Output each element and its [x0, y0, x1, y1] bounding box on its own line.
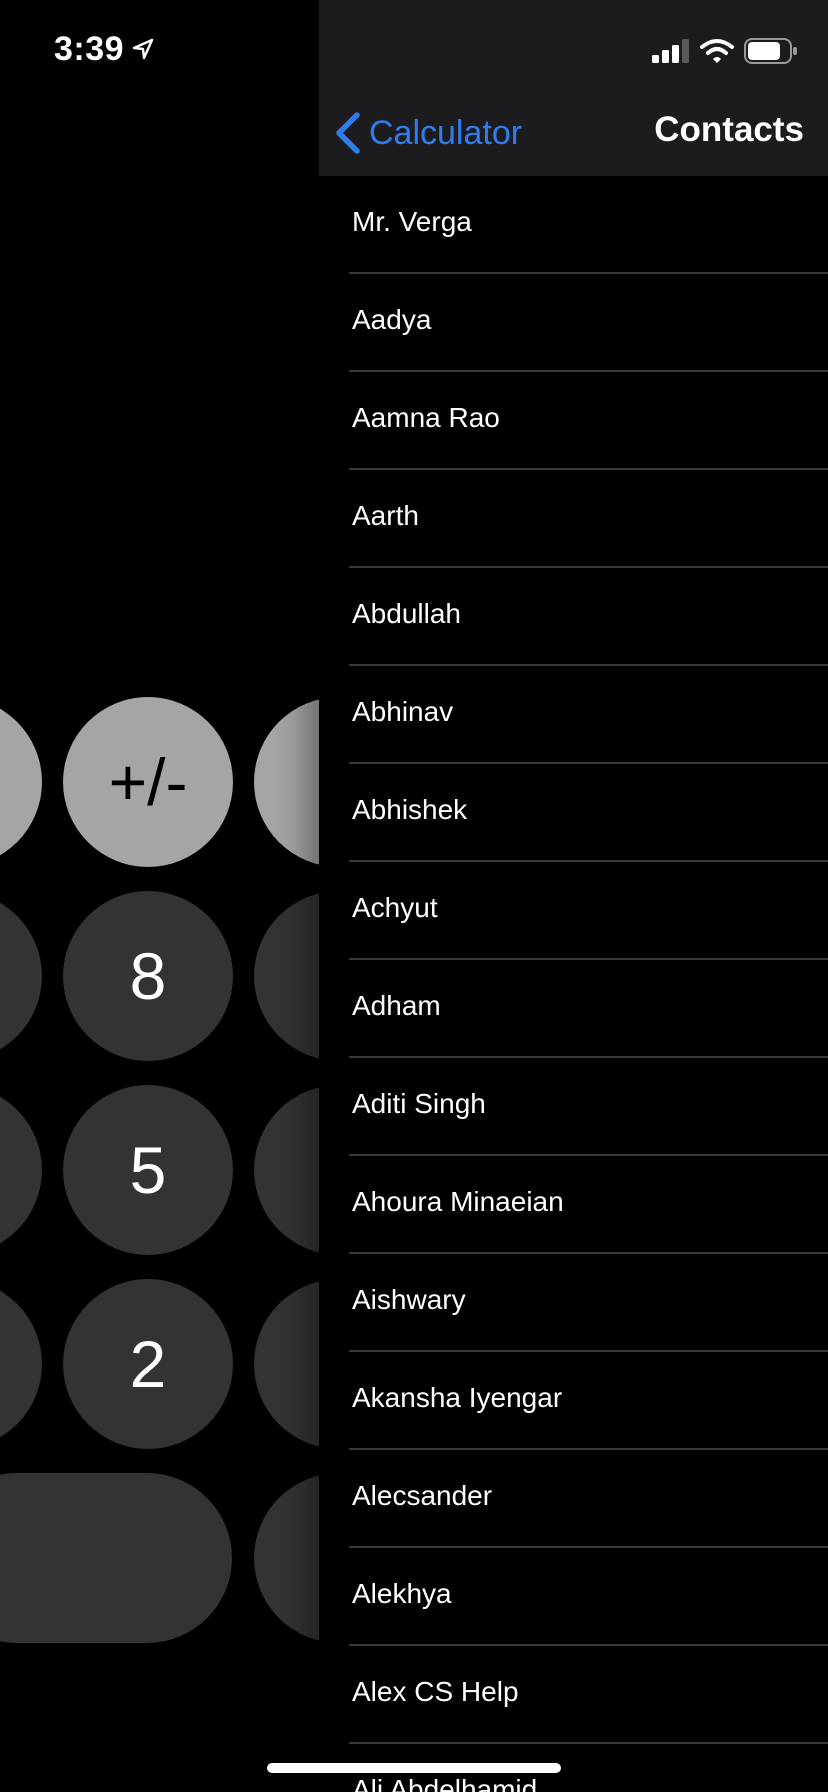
- contact-row[interactable]: Aarth: [319, 470, 828, 568]
- contact-row[interactable]: Aadya: [319, 274, 828, 372]
- contact-name: Aditi Singh: [352, 1088, 486, 1119]
- contact-row[interactable]: Akansha Iyengar: [319, 1352, 828, 1450]
- home-indicator[interactable]: [267, 1763, 561, 1773]
- contact-name: Mr. Verga: [352, 206, 472, 237]
- screen: 3:39 +/- 8 5 2 Calculator Contacts Mr. V…: [0, 0, 828, 1792]
- calc-key-two[interactable]: 2: [63, 1279, 233, 1449]
- contact-row[interactable]: Abhishek: [319, 764, 828, 862]
- contact-name: Abhinav: [352, 696, 454, 727]
- battery-icon: [744, 38, 797, 64]
- calc-key-one-partial[interactable]: [0, 1279, 42, 1449]
- calc-key-eight[interactable]: 8: [63, 891, 233, 1061]
- contact-name: Abdullah: [352, 598, 461, 629]
- contact-name: Alex CS Help: [352, 1676, 519, 1707]
- contact-name: Adham: [352, 990, 441, 1021]
- status-time: 3:39: [54, 30, 125, 68]
- contact-name: Aishwary: [352, 1284, 466, 1315]
- contact-row[interactable]: Alekhya: [319, 1548, 828, 1646]
- contact-row[interactable]: Alex CS Help: [319, 1646, 828, 1744]
- contact-name: Ali Abdelhamid: [352, 1774, 538, 1792]
- contacts-list: Mr. Verga Aadya Aamna Rao Aarth Abdullah Abhi…: [319, 176, 828, 1792]
- contact-row[interactable]: Alecsander: [319, 1450, 828, 1548]
- contact-name: Ahoura Minaeian: [352, 1186, 564, 1217]
- calc-key-two-label: 2: [129, 1327, 167, 1401]
- contact-name: Akansha Iyengar: [352, 1382, 563, 1413]
- contact-row[interactable]: Aditi Singh: [319, 1058, 828, 1156]
- contact-row[interactable]: Abhinav: [319, 666, 828, 764]
- calc-key-eight-label: 8: [129, 939, 167, 1013]
- chevron-left-icon: [336, 112, 360, 154]
- cellular-signal-icon: [652, 39, 689, 63]
- calc-key-five[interactable]: 5: [63, 1085, 233, 1255]
- contact-row[interactable]: Mr. Verga: [319, 176, 828, 274]
- wifi-icon: [700, 39, 734, 63]
- contact-row[interactable]: Abdullah: [319, 568, 828, 666]
- contact-name: Abhishek: [352, 794, 468, 825]
- status-icons: [652, 36, 798, 66]
- contact-row[interactable]: Aamna Rao: [319, 372, 828, 470]
- page-title: Contacts: [654, 110, 804, 149]
- back-button[interactable]: Calculator: [333, 108, 522, 158]
- calc-key-plus-minus[interactable]: +/-: [63, 697, 233, 867]
- contacts-navbar: Calculator Contacts: [319, 0, 828, 176]
- contact-name: Alecsander: [352, 1480, 493, 1511]
- contact-name: Aadya: [352, 304, 432, 335]
- contact-name: Aarth: [352, 500, 419, 531]
- calc-key-light-partial[interactable]: [0, 697, 42, 867]
- contacts-sheet: Calculator Contacts Mr. Verga Aadya Aamna …: [319, 0, 828, 1792]
- calc-key-plus-minus-label: +/-: [108, 745, 188, 819]
- contact-row[interactable]: Achyut: [319, 862, 828, 960]
- contact-name: Alekhya: [352, 1578, 452, 1609]
- location-arrow-icon: [132, 38, 154, 60]
- contact-row[interactable]: Aishwary: [319, 1254, 828, 1352]
- calc-key-five-label: 5: [129, 1133, 167, 1207]
- calc-key-four-partial[interactable]: [0, 1085, 42, 1255]
- contact-row[interactable]: Adham: [319, 960, 828, 1058]
- calc-key-zero-partial[interactable]: [0, 1473, 232, 1643]
- back-button-label: Calculator: [369, 113, 523, 152]
- contact-name: Achyut: [352, 892, 438, 923]
- calc-key-seven-partial[interactable]: [0, 891, 42, 1061]
- contact-name: Aamna Rao: [352, 402, 500, 433]
- contact-row[interactable]: Ahoura Minaeian: [319, 1156, 828, 1254]
